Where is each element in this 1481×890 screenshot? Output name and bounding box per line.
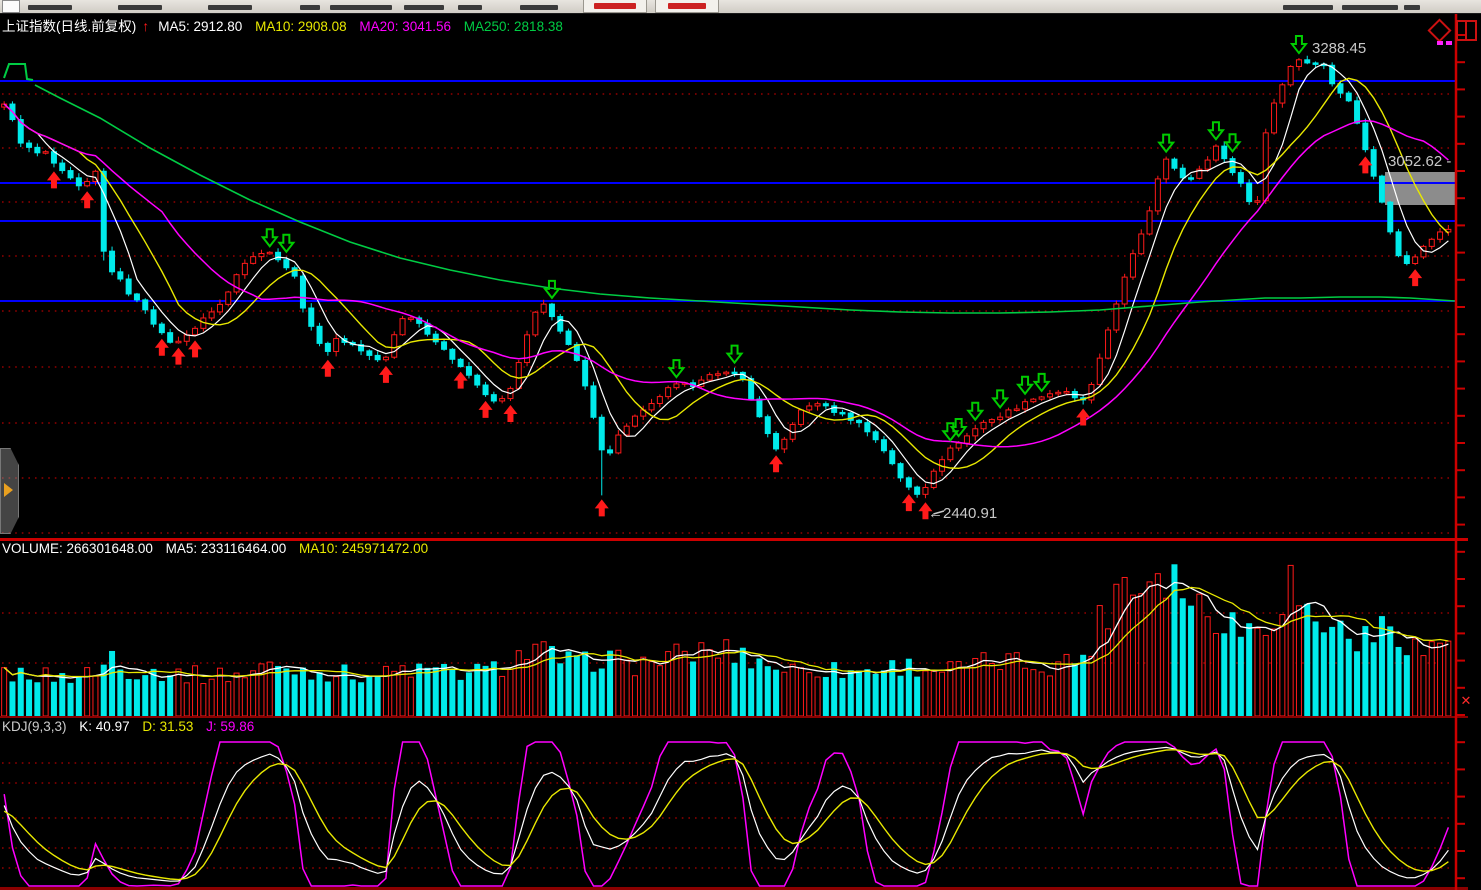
volume-header: VOLUME: 266301648.00 MA5: 233116464.00 M…: [2, 541, 437, 556]
buy-arrow-icon: [454, 372, 468, 389]
buy-arrow-icon: [321, 360, 335, 377]
sell-arrow-icon: [1018, 377, 1032, 394]
buy-arrow-icon: [769, 455, 783, 472]
sell-arrow-icon: [1035, 374, 1049, 391]
highlight-gap-zone: [1385, 172, 1456, 205]
sell-arrow-icon: [1292, 36, 1306, 53]
red-text-fragment: [594, 3, 636, 9]
expand-arrow-icon: [4, 483, 13, 497]
menu-item-fragment[interactable]: [458, 5, 482, 10]
main-chart-header: 上证指数(日线.前复权)↑MA5: 2912.80 MA10: 2908.08 …: [2, 15, 572, 35]
buy-arrow-icon: [595, 499, 609, 516]
app-logo-icon: [2, 0, 20, 13]
menu-item-fragment[interactable]: [330, 5, 392, 10]
sell-arrow-icon: [1226, 134, 1240, 151]
menu-item-fragment[interactable]: [520, 5, 558, 10]
sell-arrow-icon: [993, 390, 1007, 407]
buy-arrow-icon: [1358, 156, 1372, 173]
buy-arrow-icon: [1408, 269, 1422, 286]
buy-arrow-icon: [155, 339, 169, 356]
sidebar-expand-handle[interactable]: [0, 448, 19, 534]
ma250-value: MA250: 2818.38: [464, 19, 563, 34]
reference-lines: [0, 81, 1456, 301]
split-window-icon[interactable]: [1456, 20, 1477, 41]
volume-bars: [2, 565, 1451, 716]
sell-arrow-icon: [1209, 122, 1223, 139]
current-price-label: 3052.62 -: [1388, 153, 1451, 170]
sell-arrow-icon: [263, 229, 277, 246]
menu-item-fragment[interactable]: [208, 5, 252, 10]
volume-ma5-value: MA5: 233116464.00: [166, 541, 287, 556]
buy-arrow-icon: [503, 405, 517, 422]
ma-lines: [4, 64, 1455, 484]
menubar[interactable]: [0, 0, 1481, 14]
kdj-d-value: D: 31.53: [142, 719, 193, 734]
sell-arrow-icon: [728, 346, 742, 363]
buy-arrow-icon: [479, 401, 493, 418]
menu-item-fragment[interactable]: [1404, 5, 1420, 10]
kdj-k-value: K: 40.97: [79, 719, 129, 734]
buy-arrow-icon: [379, 366, 393, 383]
menubar-red-button-2[interactable]: [655, 0, 719, 13]
kdj-j-value: J: 59.86: [206, 719, 254, 734]
sell-arrow-icon: [1159, 135, 1173, 152]
sell-arrow-icon: [279, 235, 293, 252]
red-text-fragment: [668, 3, 706, 9]
volume-ma10-value: MA10: 245971472.00: [299, 541, 428, 556]
buy-arrow-icon: [47, 171, 61, 188]
sell-arrow-icon: [952, 419, 966, 436]
menubar-red-button-1[interactable]: [583, 0, 647, 13]
menu-item-fragment[interactable]: [118, 5, 162, 10]
candlesticks: [2, 56, 1451, 498]
menu-item-fragment[interactable]: [300, 5, 320, 10]
sell-arrow-icon: [545, 281, 559, 298]
trough-price-label: ←2440.91: [928, 505, 997, 522]
grid-lines: [2, 94, 1454, 868]
buy-arrow-icon: [902, 494, 916, 511]
menu-item-fragment[interactable]: [404, 5, 444, 10]
close-pane-icon[interactable]: ✕: [1458, 693, 1474, 709]
sell-arrow-icon: [669, 360, 683, 377]
trading-app-window: { "colors":{"up":"#ff1a1a","down":"#00ea…: [0, 0, 1481, 890]
volume-value: VOLUME: 266301648.00: [2, 541, 153, 556]
menu-item-fragment[interactable]: [28, 5, 72, 10]
ma10-value: MA10: 2908.08: [255, 19, 347, 34]
buy-arrow-icon: [188, 340, 202, 357]
ma20-value: MA20: 3041.56: [359, 19, 451, 34]
symbol-title: 上证指数(日线.前复权): [2, 19, 136, 34]
buy-arrow-icon: [171, 348, 185, 365]
kdj-params: KDJ(9,3,3): [2, 719, 67, 734]
more-dots-icon[interactable]: [1437, 41, 1453, 45]
peak-price-label: 3288.45: [1312, 40, 1366, 57]
chart-canvas: [0, 0, 1481, 890]
kdj-header: KDJ(9,3,3) K: 40.97 D: 31.53 J: 59.86: [2, 719, 263, 734]
buy-signal-up-icon: ↑: [142, 18, 149, 34]
ma5-value: MA5: 2912.80: [158, 19, 242, 34]
menu-item-fragment[interactable]: [1283, 5, 1333, 10]
menu-item-fragment[interactable]: [1342, 5, 1398, 10]
sell-arrow-icon: [968, 403, 982, 420]
buy-arrow-icon: [80, 191, 94, 208]
